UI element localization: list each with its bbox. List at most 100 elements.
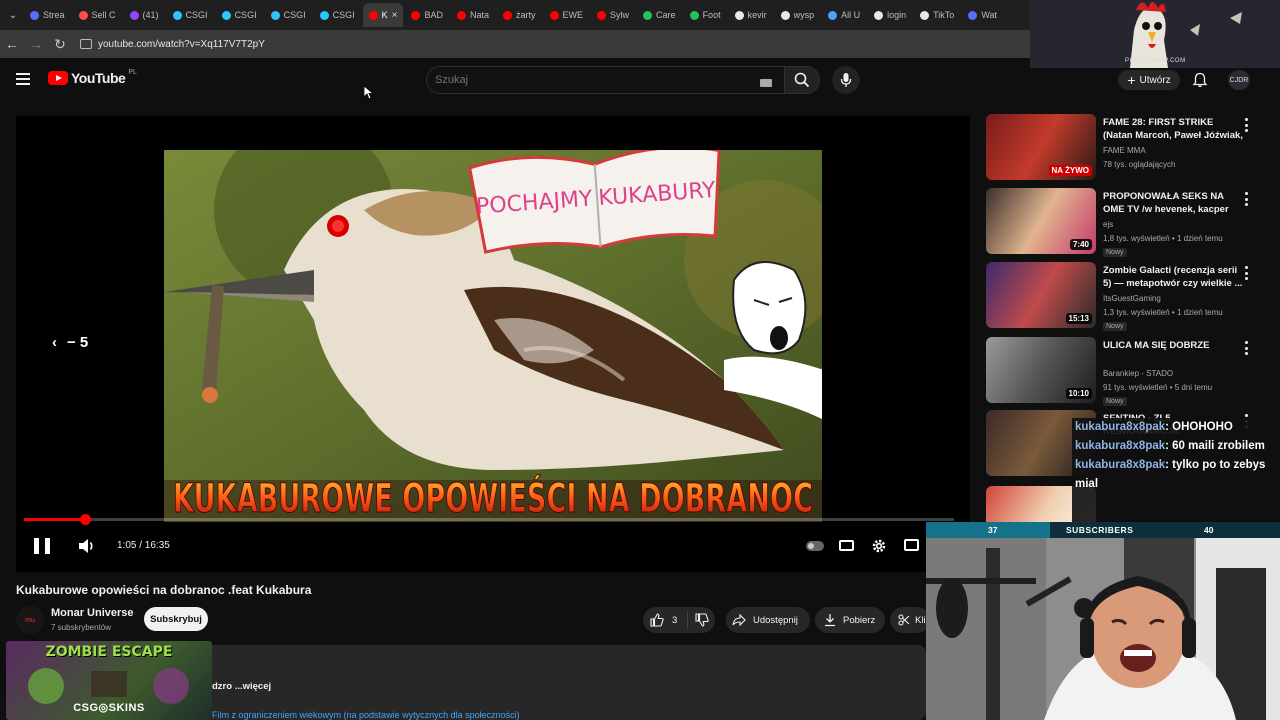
voice-search-button[interactable] <box>832 66 860 94</box>
chat-text: : OHOHOHO <box>1165 421 1233 433</box>
progress-bar[interactable] <box>24 514 954 525</box>
clip-label: Kli <box>915 614 926 626</box>
search-input[interactable] <box>426 66 786 94</box>
tab-close-icon[interactable]: × <box>392 10 398 21</box>
browser-tab[interactable]: All U <box>822 3 866 27</box>
recommended-video[interactable]: 7:40 PROPONOWAŁA SEKS NA OME TV /w hevene… <box>986 188 1266 257</box>
browser-tab[interactable]: (41) <box>124 3 165 27</box>
browser-tab[interactable]: Foot <box>684 3 727 27</box>
video-player[interactable]: POCHAJMY KUKABURY KUKABUROWE OPOWIEŚCI N… <box>16 116 970 572</box>
recommended-video[interactable]: 15:13 Zombie Galacti (recenzja serii 5) —… <box>986 262 1266 331</box>
more-options-icon[interactable] <box>1244 266 1248 280</box>
chat-username: kukabura8x8pak <box>1075 459 1166 471</box>
subtitles-icon[interactable] <box>839 540 854 551</box>
browser-tab[interactable]: kevir <box>729 3 773 27</box>
dislike-button[interactable] <box>688 613 709 627</box>
tab-label: CSGI <box>234 10 257 20</box>
create-label: Utwórz <box>1139 74 1171 86</box>
account-avatar[interactable]: CJDR <box>1228 70 1250 90</box>
tab-label: login <box>887 10 907 20</box>
notifications-bell-icon[interactable] <box>1192 72 1208 88</box>
tab-label: CSGI <box>283 10 306 20</box>
tab-label: CSGI <box>185 10 208 20</box>
streamer-webcam-image <box>926 538 1280 720</box>
channel-avatar[interactable]: mu <box>16 606 44 634</box>
video-duration: 7:40 <box>1069 239 1092 250</box>
more-options-icon[interactable] <box>1244 341 1248 355</box>
video-meta: 1,3 tys. wyświetleń • 1 dzień temu <box>1103 308 1223 317</box>
tab-label: kevir <box>747 10 767 20</box>
settings-gear-icon[interactable] <box>871 538 887 554</box>
channel-name[interactable]: Monar Universe <box>51 607 134 619</box>
browser-tab[interactable]: CSGI <box>167 3 214 27</box>
browser-tab[interactable]: login <box>868 3 912 27</box>
browser-tab[interactable]: Sell C <box>73 3 122 27</box>
browser-tab[interactable]: Sylw <box>591 3 635 27</box>
reload-icon[interactable]: ↻ <box>48 36 72 53</box>
youtube-logo[interactable]: YouTube PL <box>48 69 137 86</box>
browser-tab[interactable]: K × <box>362 3 404 27</box>
browser-tab[interactable]: EWE <box>544 3 590 27</box>
search-button[interactable] <box>784 66 820 94</box>
video-thumbnail[interactable]: 15:13 <box>986 262 1096 328</box>
url-field[interactable]: youtube.com/watch?v=Xq117V7T2pY <box>80 39 265 50</box>
browser-tab[interactable]: Care <box>637 3 682 27</box>
recommended-video[interactable]: 10:10 ULICA MA SIĘ DOBRZE Barankiep - STAD… <box>986 337 1266 406</box>
tab-search-chevron-icon[interactable]: ⌄ <box>4 6 22 24</box>
subscriber-goal-current: 37 <box>988 525 998 535</box>
subscribe-button[interactable]: Subskrybuj <box>144 607 208 631</box>
channel-name[interactable]: ejs <box>1103 220 1113 229</box>
more-options-icon[interactable] <box>1244 118 1248 132</box>
forward-icon[interactable]: → <box>24 36 48 52</box>
browser-tab[interactable]: Strea <box>24 3 71 27</box>
browser-tab[interactable]: wysp <box>775 3 821 27</box>
like-button[interactable]: 3 <box>643 611 689 629</box>
miniplayer-icon[interactable] <box>904 539 919 551</box>
video-title[interactable]: FAME 28: FIRST STRIKE (Natan Marcoń, Paw… <box>1103 116 1243 142</box>
tab-label: EWE <box>562 10 584 20</box>
download-button[interactable]: Pobierz <box>815 607 885 633</box>
clip-button[interactable]: Kli <box>890 607 930 633</box>
age-restriction-link[interactable]: Film z ograniczeniem wiekowym (na podsta… <box>212 710 520 720</box>
browser-tab[interactable]: żarty <box>497 3 542 27</box>
hamburger-menu-icon[interactable] <box>16 73 30 85</box>
video-title[interactable]: ULICA MA SIĘ DOBRZE <box>1103 339 1243 352</box>
create-button[interactable]: + Utwórz <box>1118 70 1180 90</box>
channel-name[interactable]: Barankiep - STADO <box>1103 369 1173 378</box>
browser-tab[interactable]: TikTo <box>914 3 960 27</box>
share-button[interactable]: Udostępnij <box>726 607 810 633</box>
channel-name[interactable]: FAME MMA <box>1103 146 1146 155</box>
search-icon <box>794 72 810 88</box>
browser-tab[interactable]: Nata <box>451 3 495 27</box>
video-thumbnail[interactable]: 10:10 <box>986 337 1096 403</box>
video-thumbnail[interactable]: 7:40 <box>986 188 1096 254</box>
video-title: Kukaburowe opowieści na dobranoc .feat K… <box>16 583 312 597</box>
pause-button[interactable] <box>34 538 50 554</box>
browser-tab[interactable]: CSGI <box>265 3 312 27</box>
sponsor-subtitle: CSG◎SKINS <box>73 702 145 714</box>
browser-tab[interactable]: CSGI <box>314 3 361 27</box>
keyboard-icon[interactable] <box>760 79 772 87</box>
video-title[interactable]: PROPONOWAŁA SEKS NA OME TV /w hevenek, k… <box>1103 190 1243 216</box>
tab-favicon-icon <box>503 10 512 20</box>
tab-favicon-icon <box>549 10 559 20</box>
browser-tab[interactable]: Wat <box>962 3 1003 27</box>
channel-name[interactable]: ItsGuestGaming <box>1103 294 1161 303</box>
back-icon[interactable]: ← <box>0 36 24 52</box>
volume-icon[interactable] <box>78 538 96 554</box>
video-title[interactable]: Zombie Galacti (recenzja serii 5) — meta… <box>1103 264 1243 290</box>
autoplay-toggle[interactable] <box>806 541 824 551</box>
tab-label: Strea <box>43 10 65 20</box>
browser-tab[interactable]: BAD <box>405 3 449 27</box>
site-info-icon[interactable] <box>80 39 92 49</box>
more-options-icon[interactable] <box>1244 192 1248 206</box>
description-more-link[interactable]: dzro ...więcej <box>212 681 271 692</box>
browser-tab[interactable]: CSGI <box>216 3 263 27</box>
video-thumbnail[interactable]: NA ŻYWO <box>986 114 1096 180</box>
progress-scrubber-handle[interactable] <box>79 514 91 525</box>
tab-favicon-icon <box>172 10 182 20</box>
tab-label: Care <box>656 10 676 20</box>
chat-username: kukabura8x8pak <box>1075 421 1166 433</box>
recommended-video[interactable]: NA ŻYWO FAME 28: FIRST STRIKE (Natan Marc… <box>986 114 1266 182</box>
new-badge: Nowy <box>1103 397 1127 406</box>
